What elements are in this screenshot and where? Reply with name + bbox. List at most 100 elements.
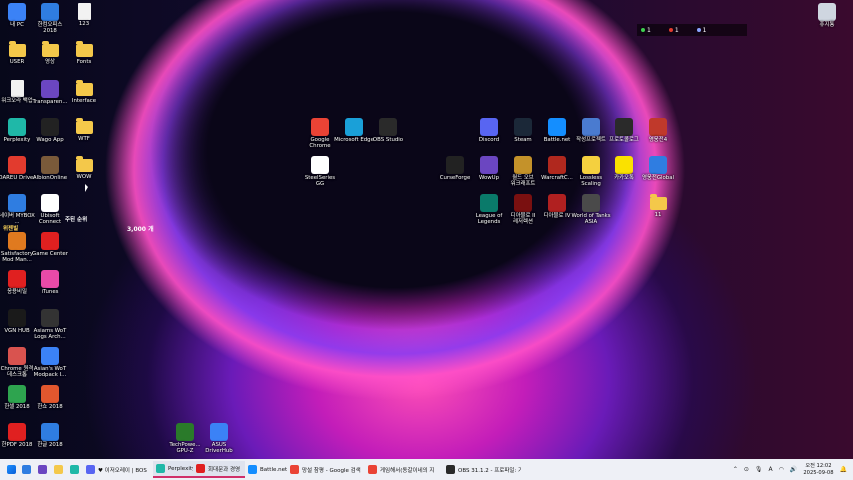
- app-icon: [446, 156, 464, 174]
- taskbar-button[interactable]: 망설 참평 - Google 검색: [287, 461, 365, 478]
- desktop-icon[interactable]: 11: [638, 194, 678, 218]
- taskbar-app-icon: [368, 465, 377, 474]
- taskbar-button[interactable]: OBS 31.1.2 - 프로파일: 기: [443, 461, 521, 478]
- app-icon: [41, 309, 59, 327]
- taskbar-app-icon: [248, 465, 257, 474]
- desktop-icon[interactable]: Ubisoft Connect: [30, 194, 70, 226]
- mic-icon[interactable]: 🎙: [755, 466, 763, 473]
- app-icon: [8, 232, 26, 250]
- folder-icon: [41, 41, 59, 57]
- desktop-icon[interactable]: SteelSeries GG: [300, 156, 340, 188]
- app-icon: [514, 194, 532, 212]
- start-button[interactable]: [0, 461, 19, 478]
- app-icon: [480, 194, 498, 212]
- wifi-icon[interactable]: ◠: [779, 466, 784, 473]
- app-icon: [41, 347, 59, 365]
- folder-icon: [75, 80, 93, 96]
- desktop-icon[interactable]: WTF: [64, 118, 104, 142]
- taskbar-button[interactable]: 게임해서(동갈이네의 지: [365, 461, 443, 478]
- document-icon: [10, 80, 24, 97]
- app-icon: [311, 118, 329, 136]
- desktop-wallpaper: 1 1 1 3,000 개 주된 순위 위젠빌 내 PC 한컴오피스 2018 12…: [0, 0, 853, 459]
- app-icon: [8, 385, 26, 403]
- chevron-up-icon[interactable]: ⌃: [733, 466, 738, 473]
- app-icon: [649, 118, 667, 136]
- taskbar-app-icon: [70, 465, 79, 474]
- desktop-icon[interactable]: World of Tanks ASIA: [571, 194, 611, 226]
- desktop-icon[interactable]: iTunes: [30, 270, 70, 295]
- app-icon: [210, 423, 228, 441]
- ime-indicator-icon[interactable]: A: [769, 466, 773, 473]
- app-icon: [615, 156, 633, 174]
- desktop-icon[interactable]: Fonts: [64, 41, 104, 65]
- windows-start-icon: [7, 465, 16, 474]
- app-icon: [582, 194, 600, 212]
- desktop-icon[interactable]: OBS Studio: [368, 118, 408, 143]
- taskbar-button[interactable]: Battle.net: [245, 461, 287, 478]
- folder-icon: [75, 118, 93, 134]
- taskbar-button-label: 망설 참평 - Google 검색: [302, 467, 361, 474]
- app-icon: [41, 80, 59, 98]
- app-icon: [8, 423, 26, 441]
- taskbar-button[interactable]: 회대문과 경영: [193, 461, 245, 478]
- app-icon: [514, 156, 532, 174]
- taskbar-button[interactable]: [67, 461, 83, 478]
- desktop-icon-label: 11: [654, 212, 662, 218]
- app-icon: [548, 194, 566, 212]
- desktop-icon[interactable]: 한쇼 2018: [30, 385, 70, 410]
- desktop-icon[interactable]: Interface: [64, 80, 104, 104]
- desktop-icon[interactable]: 휴지통: [807, 3, 847, 28]
- app-icon: [480, 156, 498, 174]
- app-icon: [311, 156, 329, 174]
- taskbar-button[interactable]: [35, 461, 51, 478]
- app-icon: [582, 118, 600, 136]
- desktop-icon[interactable]: 영웅전Global: [638, 156, 678, 181]
- desktop-icon-label: ASUS DriverHub: [205, 442, 233, 455]
- desktop-icon[interactable]: WOW: [64, 156, 104, 180]
- document-icon: [77, 3, 91, 20]
- taskbar-button[interactable]: [19, 461, 35, 478]
- desktop-icon[interactable]: Asiams WoT Logs Arch...: [30, 309, 70, 341]
- app-icon: [8, 118, 26, 136]
- desktop-icon[interactable]: 영웅전4: [638, 118, 678, 143]
- desktop-icon-label: SteelSeries GG: [304, 175, 336, 188]
- taskbar-button[interactable]: Perplexity: [153, 461, 193, 478]
- taskbar-button[interactable]: [51, 461, 67, 478]
- desktop-icon-label: World of Tanks ASIA: [571, 213, 611, 226]
- taskbar-button[interactable]: ♥ 이저오레이 | BOS: [83, 461, 153, 478]
- app-icon: [41, 232, 59, 250]
- desktop-icon-label: Ubisoft Connect: [38, 213, 62, 226]
- volume-icon[interactable]: 🔊: [790, 466, 797, 473]
- desktop-icon-label: Game Center: [32, 251, 68, 257]
- desktop-icon[interactable]: ASUS DriverHub: [199, 423, 239, 455]
- clock-date: 2025-09-08: [803, 469, 834, 476]
- desktop-icon-label: 영웅전4: [648, 137, 668, 143]
- app-icon: [649, 156, 667, 174]
- app-icon: [615, 118, 633, 136]
- desktop-icon-label: 한쇼 2018: [37, 404, 63, 410]
- taskbar: ♥ 이저오레이 | BOS Perplexity 회대문과 경영 Battle.net…: [0, 459, 853, 480]
- app-icon: [41, 118, 59, 136]
- taskbar-app-icon: [54, 465, 63, 474]
- app-icon: [8, 194, 26, 212]
- desktop-icon[interactable]: 한글 2018: [30, 423, 70, 448]
- desktop-icon[interactable]: Game Center: [30, 232, 70, 257]
- folder-icon: [75, 156, 93, 172]
- bell-icon[interactable]: 🔔: [840, 466, 847, 473]
- app-icon: [8, 156, 26, 174]
- desktop-icon[interactable]: 123: [64, 3, 104, 27]
- desktop-icon-label: 휴지통: [819, 22, 835, 28]
- system-tray: ⌃ ⊙ 🎙 A ◠ 🔊 오전 12:02 2025-09-08 🔔: [733, 461, 847, 478]
- app-icon: [41, 194, 59, 212]
- desktop-icon[interactable]: Asian's WoT Modpack I...: [30, 347, 70, 379]
- app-icon: [41, 385, 59, 403]
- app-icon: [548, 156, 566, 174]
- floating-count-text: 3,000 개: [127, 226, 154, 233]
- status-green: 1: [647, 26, 651, 34]
- folder-icon: [75, 41, 93, 57]
- clock[interactable]: 오전 12:02 2025-09-08: [803, 463, 833, 476]
- taskbar-button-label: Battle.net: [260, 466, 287, 473]
- network-icon[interactable]: ⊙: [744, 466, 749, 473]
- taskbar-button-label: ♥ 이저오레이 | BOS: [98, 467, 147, 474]
- desktop-icon-label: 123: [78, 21, 90, 27]
